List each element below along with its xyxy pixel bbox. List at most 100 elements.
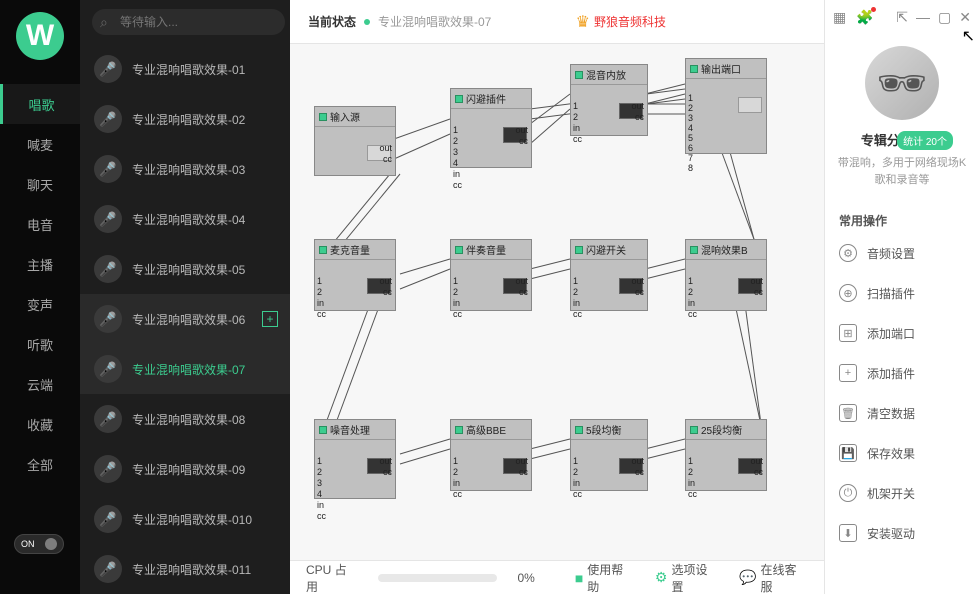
effect-item[interactable]: 🎤专业混响唱歌效果-07 (80, 344, 290, 394)
effect-label: 专业混响唱歌效果-06 (132, 311, 245, 328)
brand: ♛ 野狼音频科技 (576, 12, 666, 32)
effect-avatar-icon: 🎤 (94, 505, 122, 533)
op-item[interactable]: ⊕扫描插件 (825, 273, 979, 313)
node-output[interactable]: 输出端口 12345678 (685, 58, 767, 154)
status-text: 专业混响唱歌效果-07 (378, 13, 491, 30)
main-footer: CPU 占用 0% ■使用帮助 ⚙选项设置 💬在线客服 (290, 560, 824, 594)
node-flash[interactable]: 闪避插件 1234inccoutcc (450, 88, 532, 168)
node-canvas[interactable]: 输入源 outcc 闪避插件 1234inccoutcc 混音内放 12incc… (290, 44, 824, 560)
grid-icon[interactable]: ▦ (833, 9, 846, 26)
effect-label: 专业混响唱歌效果-04 (132, 211, 245, 228)
node-acc-vol[interactable]: 伴奏音量 12inccoutcc (450, 239, 532, 311)
node-reverb-b[interactable]: 混响效果B 12inccoutcc (685, 239, 767, 311)
effect-avatar-icon: 🎤 (94, 405, 122, 433)
node-eq5[interactable]: 5段均衡 12inccoutcc (570, 419, 648, 491)
effect-label: 专业混响唱歌效果-05 (132, 261, 245, 278)
effect-item[interactable]: 🎤专业混响唱歌效果-03 (80, 144, 290, 194)
ops-title: 常用操作 (825, 204, 979, 233)
pin-icon[interactable]: ⇱ (896, 9, 908, 26)
op-icon: + (839, 364, 857, 382)
power-toggle[interactable]: ON (14, 534, 64, 554)
nav-sing[interactable]: 唱歌 (0, 84, 80, 124)
effect-avatar-icon: 🎤 (94, 255, 122, 283)
search-input[interactable] (92, 9, 285, 35)
effect-item[interactable]: 🎤专业混响唱歌效果-011 (80, 544, 290, 594)
stats-badge: 统计 20个 (897, 131, 953, 150)
cpu-bar (378, 574, 497, 582)
op-label: 安装驱动 (867, 525, 915, 542)
effect-label: 专业混响唱歌效果-02 (132, 111, 245, 128)
op-item[interactable]: ⬇ 安装驱动 (825, 513, 979, 553)
cpu-label: CPU 占用 (306, 561, 358, 595)
op-item[interactable]: + 添加插件 (825, 353, 979, 393)
minimize-icon[interactable]: — (916, 9, 930, 26)
effect-item[interactable]: 🎤 专业混响唱歌效果-08 (80, 394, 290, 444)
effect-avatar-icon: 🎤 (94, 205, 122, 233)
nav-fav[interactable]: 收藏 (0, 404, 80, 444)
effect-label: 专业混响唱歌效果-08 (132, 411, 245, 428)
effect-label: 专业混响唱歌效果-011 (132, 561, 251, 578)
op-icon: ⬇ (839, 524, 857, 542)
effect-item[interactable]: 🎤专业混响唱歌效果-06+ (80, 294, 290, 344)
maximize-icon[interactable]: ▢ (938, 9, 951, 26)
profile: 🕶 统计 20个 专辑分类-唱歌 带混响，多用于网络现场K歌和录音等 (825, 34, 979, 204)
nav-elec[interactable]: 电音 (0, 204, 80, 244)
titlebar: ▦ 🧩 ⇱ — ▢ ✕ (825, 0, 979, 34)
right-panel: ▦ 🧩 ⇱ — ▢ ✕ 🕶 统计 20个 专辑分类-唱歌 带混响，多用于网络现场… (824, 0, 979, 594)
op-item[interactable]: ⚙音频设置 (825, 233, 979, 273)
effect-item[interactable]: 🎤专业混响唱歌效果-02 (80, 94, 290, 144)
node-duck[interactable]: 闪避开关 12inccoutcc (570, 239, 648, 311)
nav-shout[interactable]: 喊麦 (0, 124, 80, 164)
node-mic-vol[interactable]: 麦克音量 12inccoutcc (314, 239, 396, 311)
search-icon: ⌕ (100, 14, 108, 31)
effect-item[interactable]: 🎤 专业混响唱歌效果-01 (80, 44, 290, 94)
nav-all[interactable]: 全部 (0, 444, 80, 484)
op-item[interactable]: 🗑清空数据 (825, 393, 979, 433)
effect-item[interactable]: 🎤 专业混响唱歌效果-04 (80, 194, 290, 244)
node-eq25[interactable]: 25段均衡 12inccoutcc (685, 419, 767, 491)
nav-listen[interactable]: 听歌 (0, 324, 80, 364)
op-icon: ⚙ (839, 244, 857, 262)
close-icon[interactable]: ✕ (959, 9, 971, 26)
op-icon: 🗑 (839, 404, 857, 422)
op-label: 保存效果 (867, 445, 915, 462)
node-noise[interactable]: 噪音处理 1234inccoutcc (314, 419, 396, 499)
gear-icon: ⚙ (655, 569, 668, 586)
add-icon[interactable]: + (262, 311, 278, 327)
status-dot-icon (364, 19, 370, 25)
node-bbe[interactable]: 高级BBE 12inccoutcc (450, 419, 532, 491)
avatar[interactable]: 🕶 (865, 46, 939, 120)
node-input[interactable]: 输入源 outcc (314, 106, 396, 176)
nav-cloud[interactable]: 云端 (0, 364, 80, 404)
effect-avatar-icon: 🎤 (94, 455, 122, 483)
op-label: 添加插件 (867, 365, 915, 382)
main-panel: 当前状态 专业混响唱歌效果-07 ♛ 野狼音频科技 (290, 0, 824, 594)
op-icon: ⏻ (839, 484, 857, 502)
node-mix[interactable]: 混音内放 12inccoutcc (570, 64, 648, 136)
effect-list: 🎤专业混响唱歌效果-01🎤专业混响唱歌效果-02🎤专业混响唱歌效果-03🎤专业混… (80, 44, 290, 594)
nav-host[interactable]: 主播 (0, 244, 80, 284)
nav-chat[interactable]: 聊天 (0, 164, 80, 204)
notification-icon[interactable]: 🧩 (856, 9, 873, 26)
cpu-value: 0% (517, 571, 534, 585)
nav-voice[interactable]: 变声 (0, 284, 80, 324)
status-label: 当前状态 (308, 13, 356, 30)
op-item[interactable]: ⊞添加端口 (825, 313, 979, 353)
effect-label: 专业混响唱歌效果-03 (132, 161, 245, 178)
main-header: 当前状态 专业混响唱歌效果-07 ♛ 野狼音频科技 (290, 0, 824, 44)
op-item[interactable]: 💾 保存效果 (825, 433, 979, 473)
effect-avatar-icon: 🎤 (94, 55, 122, 83)
support-button[interactable]: 💬在线客服 (739, 561, 808, 595)
app-logo: W (16, 12, 64, 60)
effect-label: 专业混响唱歌效果-01 (132, 61, 245, 78)
effect-item[interactable]: 🎤专业混响唱歌效果-09 (80, 444, 290, 494)
sidebar-nav: W 唱歌 喊麦 聊天 电音 主播 变声 听歌 云端 收藏 全部 ON (0, 0, 80, 594)
settings-button[interactable]: ⚙选项设置 (655, 561, 719, 595)
op-icon: 💾 (839, 444, 857, 462)
help-button[interactable]: ■使用帮助 (575, 561, 635, 595)
effect-label: 专业混响唱歌效果-07 (132, 361, 245, 378)
op-item[interactable]: ⏻机架开关 (825, 473, 979, 513)
op-list: ⚙音频设置⊕扫描插件⊞添加端口 + 添加插件 🗑清空数据 💾 保存效果 ⏻机架开关 ⬇ 安装驱动 (825, 233, 979, 594)
effect-item[interactable]: 🎤专业混响唱歌效果-010 (80, 494, 290, 544)
effect-item[interactable]: 🎤 专业混响唱歌效果-05 (80, 244, 290, 294)
